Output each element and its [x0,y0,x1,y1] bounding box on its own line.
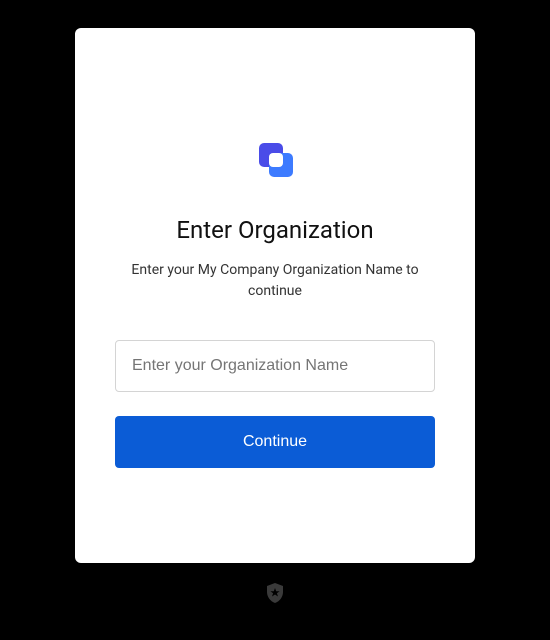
continue-button[interactable]: Continue [115,416,435,468]
logo-icon [251,136,299,184]
organization-card: Enter Organization Enter your My Company… [75,28,475,563]
logo [251,136,299,188]
page-subtitle: Enter your My Company Organization Name … [125,260,425,302]
shield-star-icon [266,583,284,603]
page-title: Enter Organization [176,216,373,244]
footer-badge [266,583,284,603]
organization-input[interactable] [115,340,435,392]
